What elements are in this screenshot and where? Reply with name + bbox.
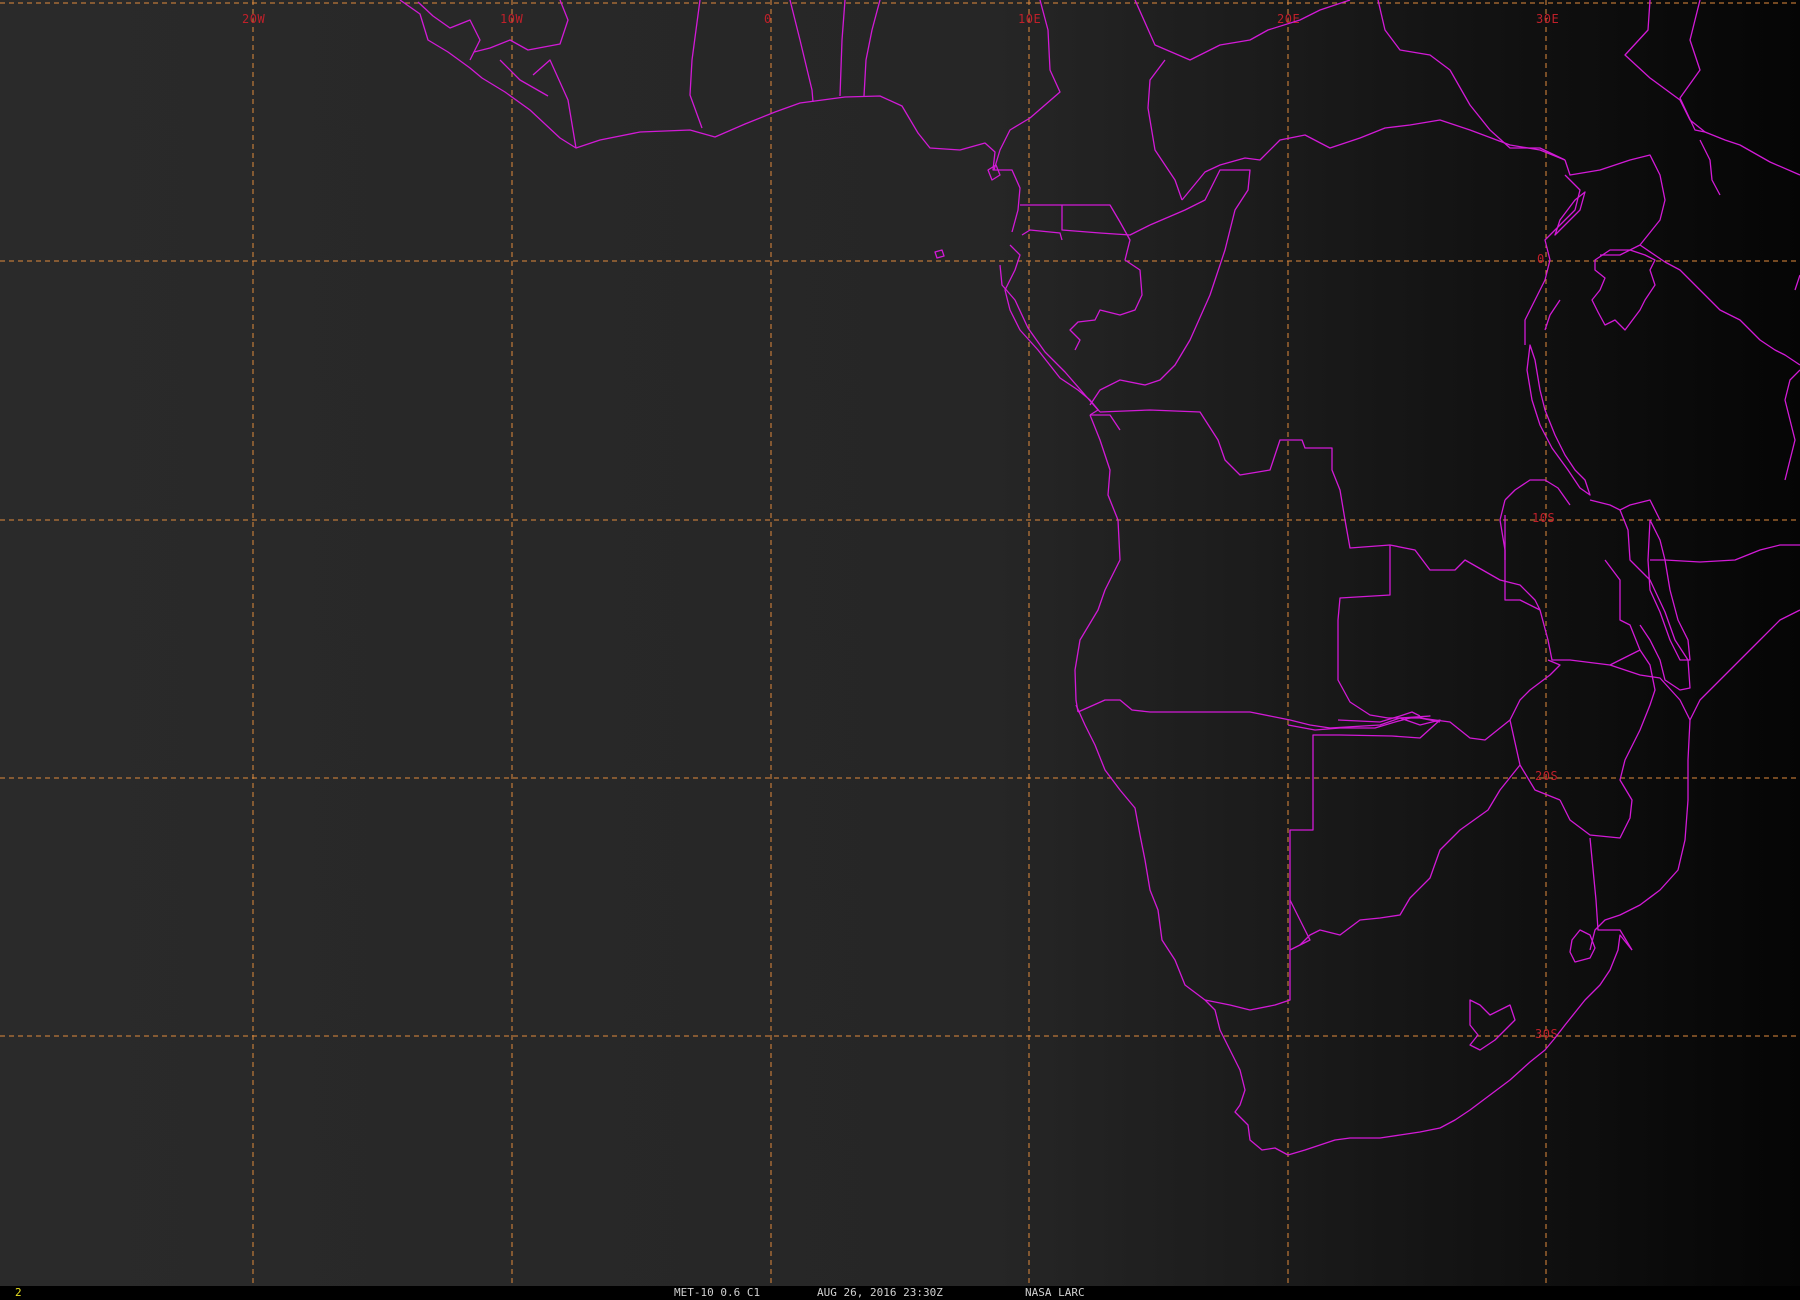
satellite-image-viewer: 20W 10W 0 10E 20E 30E 0 10S 20S 30S 2 ME… bbox=[0, 0, 1800, 1300]
organization-label: NASA LARC bbox=[1025, 1286, 1085, 1299]
satellite-map: 20W 10W 0 10E 20E 30E 0 10S 20S 30S bbox=[0, 0, 1800, 1286]
lon-label-10e: 10E bbox=[1018, 12, 1041, 26]
lon-label-10w: 10W bbox=[500, 12, 523, 26]
lon-label-20w: 20W bbox=[242, 12, 265, 26]
image-background bbox=[0, 0, 1800, 1286]
frame-number: 2 bbox=[15, 1286, 22, 1299]
lat-label-0: 0 bbox=[1537, 252, 1545, 266]
lon-label-0: 0 bbox=[764, 12, 772, 26]
lon-label-30e: 30E bbox=[1536, 12, 1559, 26]
status-bar: 2 MET-10 0.6 C1 AUG 26, 2016 23:30Z NASA… bbox=[0, 1286, 1800, 1300]
image-timestamp: AUG 26, 2016 23:30Z bbox=[817, 1286, 943, 1299]
lat-label-20s: 20S bbox=[1535, 769, 1558, 783]
lat-label-10s: 10S bbox=[1532, 511, 1555, 525]
satellite-channel-label: MET-10 0.6 C1 bbox=[674, 1286, 761, 1299]
